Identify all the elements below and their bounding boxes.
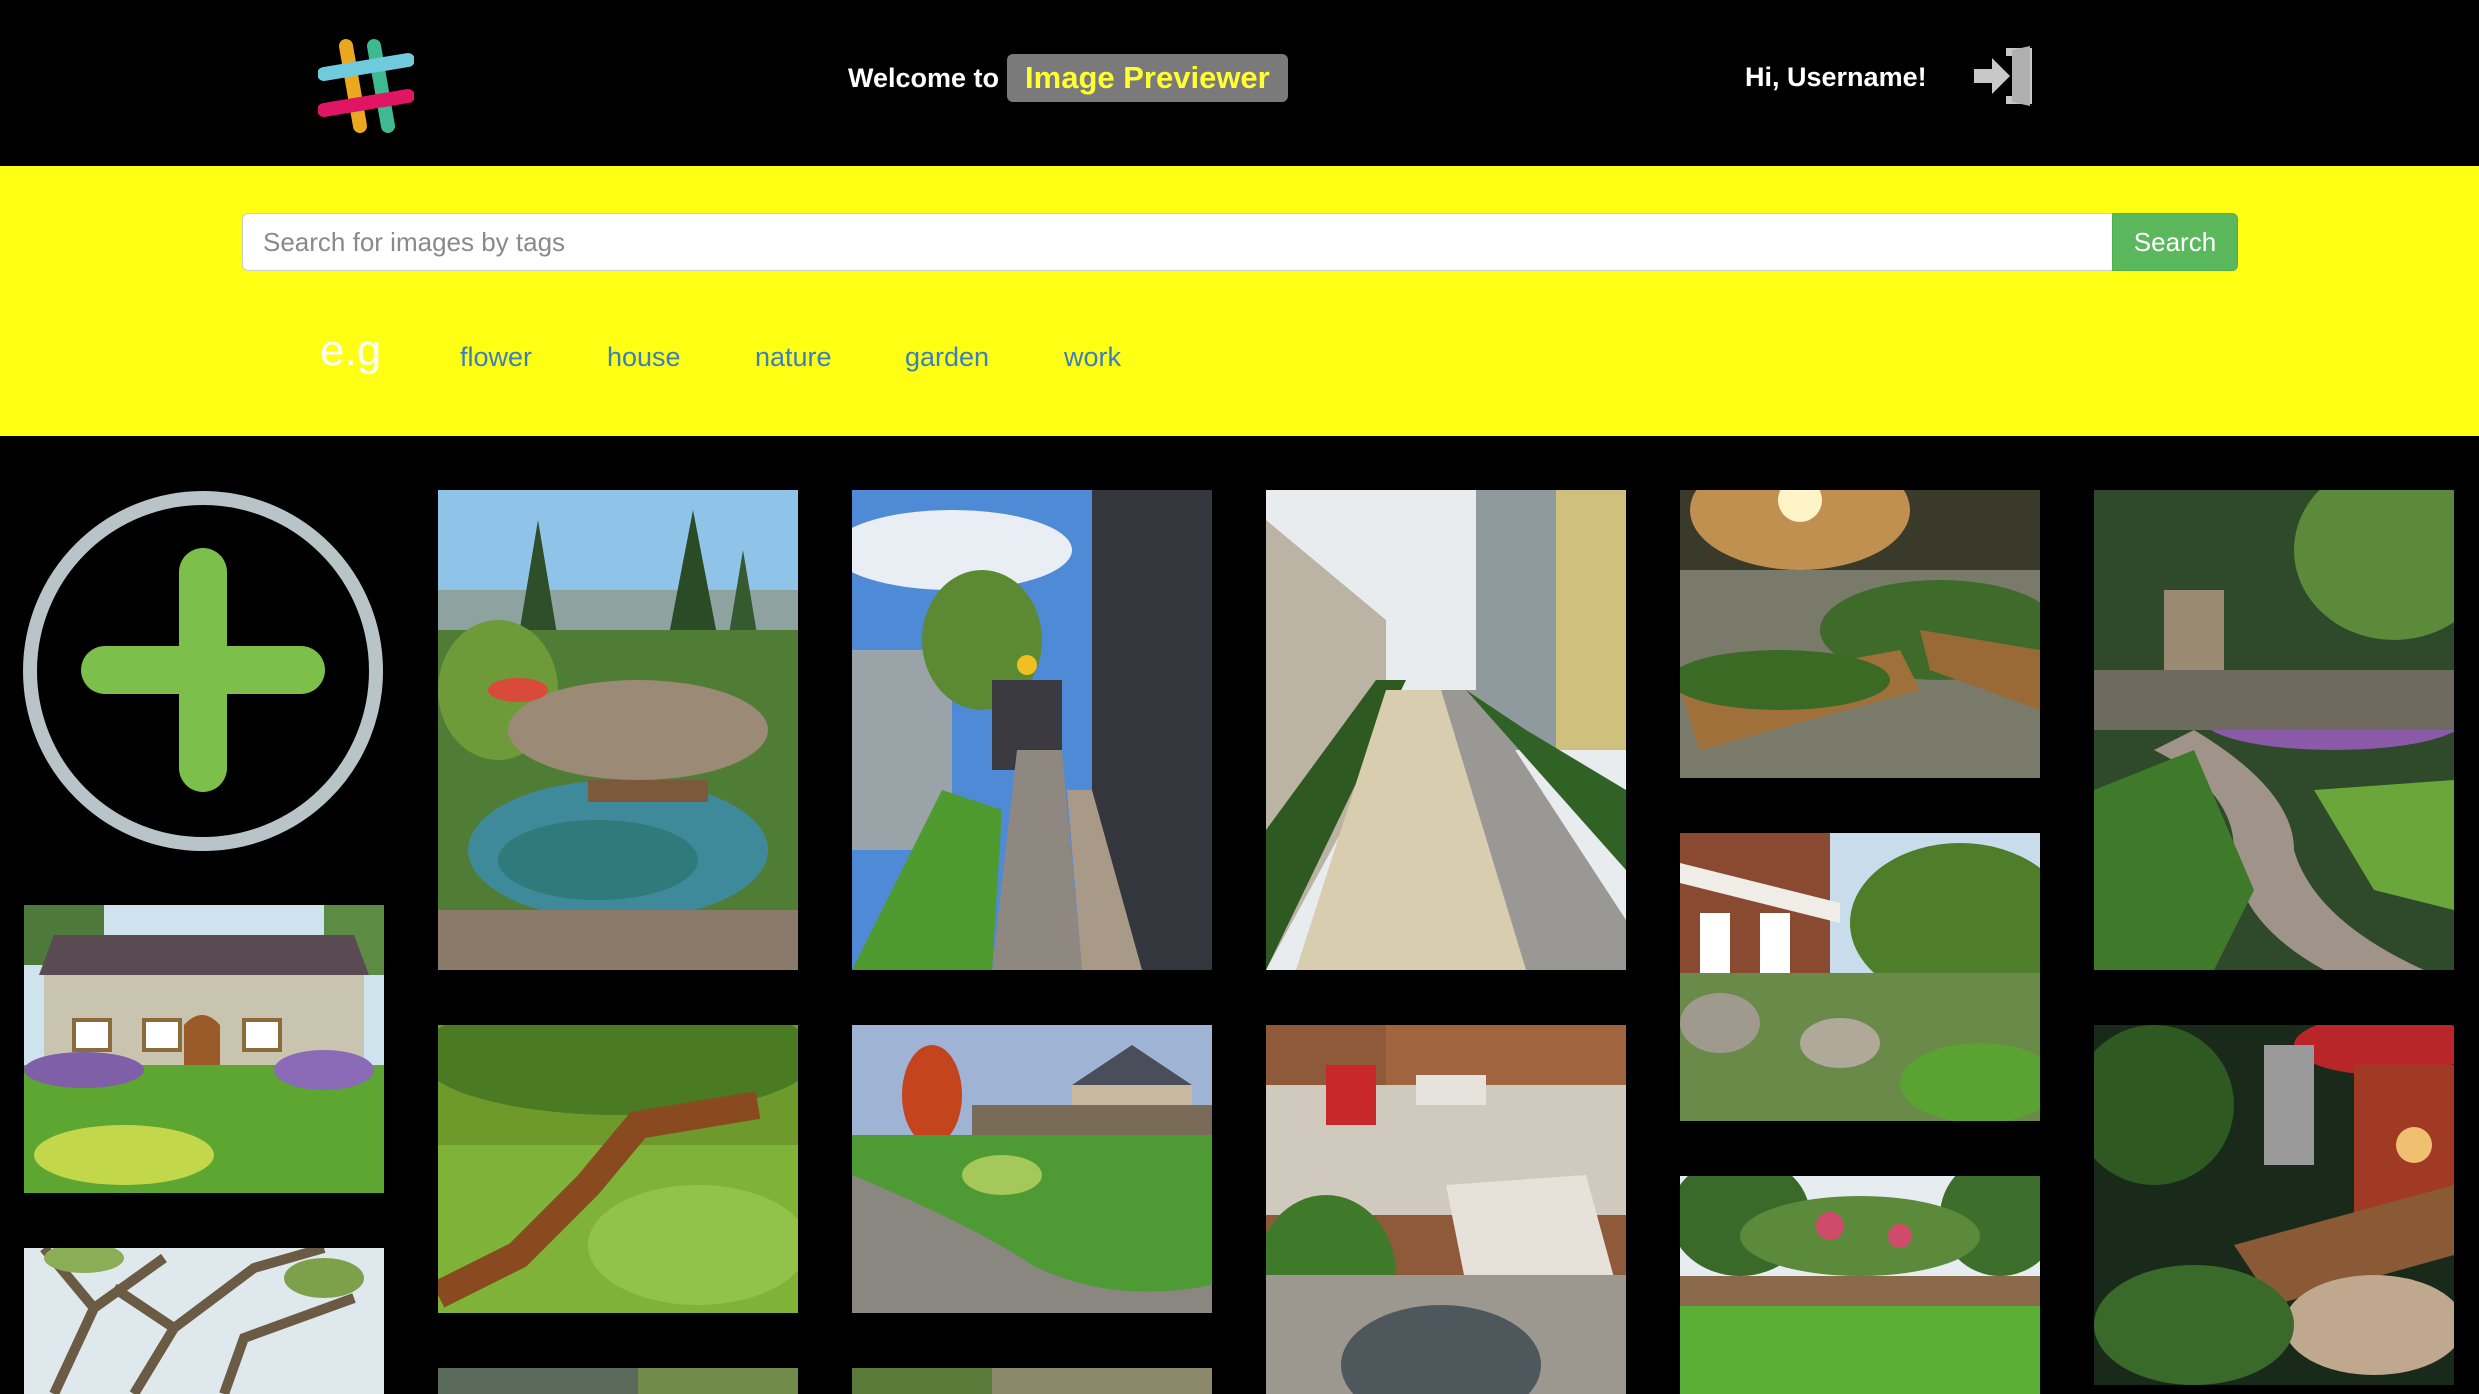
search-button[interactable]: Search: [2112, 213, 2238, 271]
user-greeting: Hi, Username!: [1745, 62, 1927, 93]
gallery-image-pond[interactable]: [438, 490, 798, 970]
app-name-badge: Image Previewer: [1007, 54, 1288, 102]
gallery-image-raised-beds[interactable]: [1680, 490, 2040, 778]
gallery-image-flowering-lawn[interactable]: [1680, 1176, 2040, 1394]
gallery-image-patio-fire-pit[interactable]: [1266, 1025, 1626, 1394]
gallery-image-partial-2[interactable]: [852, 1368, 1212, 1394]
tag-link-flower[interactable]: flower: [460, 342, 532, 373]
search-band: [0, 166, 2479, 436]
top-header: Welcome to Image Previewer Hi, Username!: [0, 0, 2479, 166]
welcome-text: Welcome to: [848, 62, 1000, 93]
gallery-image-partial-1[interactable]: [438, 1368, 798, 1394]
plus-circle-icon[interactable]: [22, 490, 384, 852]
tag-link-house[interactable]: house: [607, 342, 681, 373]
gallery-image-wooden-fence[interactable]: [438, 1025, 798, 1313]
tag-link-garden[interactable]: garden: [905, 342, 989, 373]
gallery-image-paver-path[interactable]: [852, 490, 1212, 970]
sign-in-door-icon[interactable]: [1972, 44, 2036, 108]
gallery-image-stepping-stones[interactable]: [1266, 490, 1626, 970]
username: Username!: [1787, 62, 1927, 92]
gallery-image-curved-path[interactable]: [2094, 490, 2454, 970]
gallery-image-porch-boulders[interactable]: [1680, 833, 2040, 1121]
tag-link-nature[interactable]: nature: [755, 342, 832, 373]
gallery-image-lit-garden[interactable]: [2094, 1025, 2454, 1385]
gallery-image-cottage[interactable]: [24, 905, 384, 1193]
greeting-prefix: Hi,: [1745, 62, 1788, 92]
tag-link-work[interactable]: work: [1064, 342, 1121, 373]
welcome-banner: Welcome to Image Previewer: [848, 50, 1288, 106]
gallery-image-river-rock-bed[interactable]: [852, 1025, 1212, 1313]
search-input[interactable]: [242, 213, 2112, 271]
slack-hash-logo-icon[interactable]: [317, 38, 415, 134]
example-prefix: e.g: [320, 326, 382, 375]
gallery-image-tree-branches[interactable]: [24, 1248, 384, 1394]
